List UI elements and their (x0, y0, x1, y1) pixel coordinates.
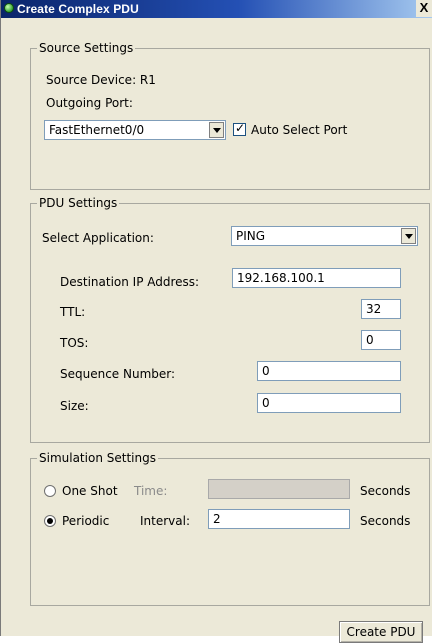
tos-input[interactable]: 0 (361, 330, 401, 350)
one-shot-radio[interactable] (44, 485, 56, 497)
checkmark-icon: ✓ (235, 121, 246, 135)
source-device-label: Source Device: R1 (46, 73, 156, 87)
outgoing-port-value: FastEthernet0/0 (49, 123, 145, 137)
size-label: Size: (60, 399, 89, 413)
application-select[interactable]: PING (231, 226, 418, 246)
chevron-down-icon[interactable] (209, 122, 224, 138)
sequence-number-label: Sequence Number: (60, 367, 176, 381)
interval-input[interactable]: 2 (208, 509, 350, 529)
periodic-label: Periodic (62, 514, 110, 528)
create-complex-pdu-window: Create Complex PDU X Source Settings Sou… (0, 0, 432, 643)
time-input (208, 479, 350, 499)
ttl-label: TTL: (60, 305, 86, 319)
pdu-settings-legend: PDU Settings (37, 196, 120, 210)
title-bar[interactable]: Create Complex PDU X (1, 0, 432, 18)
auto-select-port-checkbox[interactable]: ✓ (233, 121, 246, 136)
outgoing-port-label: Outgoing Port: (46, 96, 133, 110)
chevron-down-icon[interactable] (401, 228, 416, 244)
close-button[interactable]: X (416, 0, 432, 17)
periodic-radio[interactable] (44, 515, 56, 527)
seconds-label-one-shot: Seconds (360, 484, 411, 498)
one-shot-label: One Shot (62, 484, 118, 498)
destination-ip-input[interactable]: 192.168.100.1 (232, 268, 401, 288)
create-pdu-button[interactable]: Create PDU (339, 621, 423, 643)
interval-label: Interval: (140, 514, 190, 528)
tos-label: TOS: (60, 336, 89, 350)
size-input[interactable]: 0 (257, 393, 401, 413)
auto-select-port-label: Auto Select Port (251, 123, 348, 137)
select-application-label: Select Application: (42, 231, 154, 245)
dialog-content: Source Settings Source Device: R1 Outgoi… (8, 18, 432, 643)
sequence-number-input[interactable]: 0 (257, 361, 401, 381)
ttl-input[interactable]: 32 (361, 299, 401, 319)
seconds-label-periodic: Seconds (360, 514, 411, 528)
application-value: PING (236, 229, 266, 243)
time-label: Time: (134, 484, 168, 498)
window-title: Create Complex PDU (17, 2, 139, 16)
packet-tracer-icon (4, 3, 14, 13)
outgoing-port-select[interactable]: FastEthernet0/0 (44, 120, 226, 140)
source-settings-legend: Source Settings (37, 41, 136, 55)
destination-ip-label: Destination IP Address: (60, 275, 200, 289)
simulation-settings-legend: Simulation Settings (37, 451, 158, 465)
source-settings-group: Source Settings (30, 41, 430, 190)
